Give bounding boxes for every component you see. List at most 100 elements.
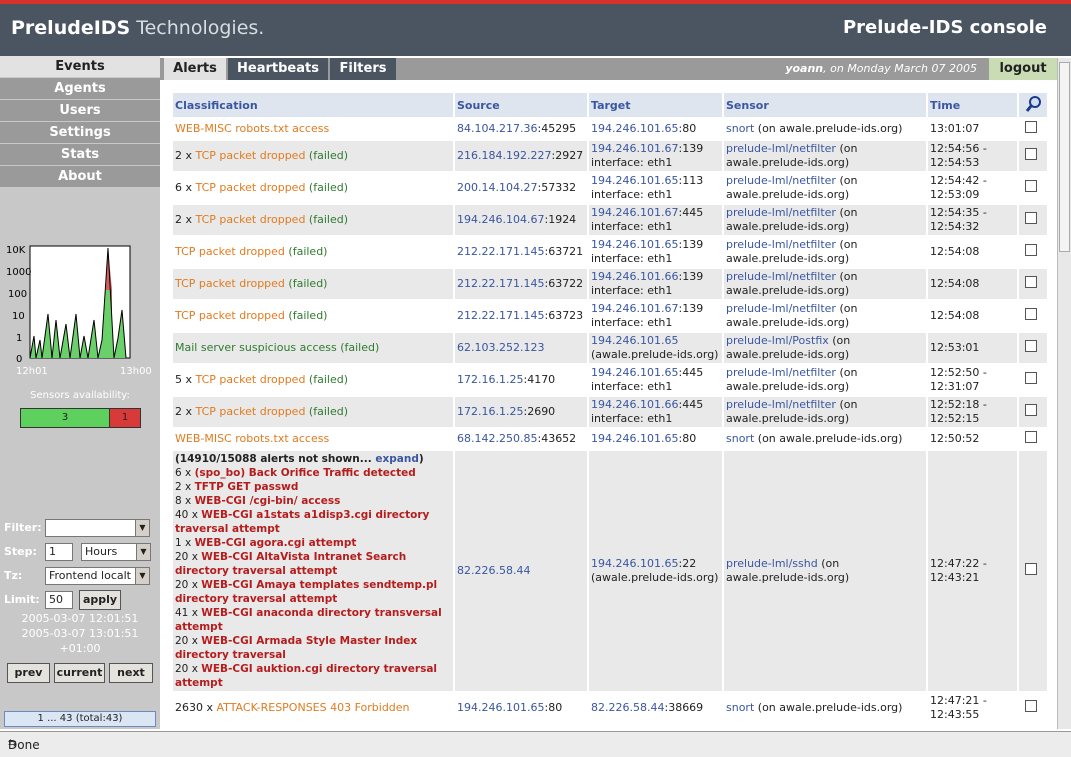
apply-button[interactable]: apply: [79, 590, 121, 610]
sensor-name[interactable]: prelude-lml/netfilter: [726, 206, 836, 219]
row-checkbox[interactable]: [1025, 121, 1037, 133]
alert-classification[interactable]: WEB-MISC robots.txt access: [175, 122, 329, 135]
row-checkbox[interactable]: [1025, 212, 1037, 224]
nav-stats[interactable]: Stats: [0, 144, 160, 166]
col-sensor[interactable]: Sensor: [724, 93, 926, 117]
tz-select[interactable]: Frontend localt ▼: [45, 567, 150, 585]
prev-button[interactable]: prev: [7, 663, 50, 683]
group-item-name[interactable]: WEB-CGI AltaVista Intranet Search direct…: [175, 551, 406, 577]
nav-users[interactable]: Users: [0, 100, 160, 122]
group-item-name[interactable]: WEB-CGI anaconda directory transversal a…: [175, 607, 442, 633]
sensor-name[interactable]: snort: [726, 122, 754, 135]
source-ip[interactable]: 200.14.104.27: [457, 181, 537, 194]
nav-settings[interactable]: Settings: [0, 122, 160, 144]
source-ip[interactable]: 172.16.1.25: [457, 405, 523, 418]
row-checkbox[interactable]: [1025, 308, 1037, 320]
row-checkbox[interactable]: [1025, 431, 1037, 443]
group-item-name[interactable]: WEB-CGI a1stats a1disp3.cgi directory tr…: [175, 509, 429, 535]
source-ip[interactable]: 216.184.192.227: [457, 149, 551, 162]
sensor-name[interactable]: prelude-lml/netfilter: [726, 238, 836, 251]
col-time[interactable]: Time: [928, 93, 1017, 117]
target-ip[interactable]: 194.246.101.65: [591, 557, 678, 570]
alert-classification[interactable]: TCP packet dropped: [196, 373, 306, 386]
group-item-name[interactable]: WEB-CGI Armada Style Master Index direct…: [175, 635, 417, 661]
target-ip[interactable]: 194.246.101.65: [591, 366, 678, 379]
source-ip[interactable]: 172.16.1.25: [457, 373, 523, 386]
alert-classification[interactable]: TCP packet dropped: [196, 405, 306, 418]
step-unit-select[interactable]: Hours ▼: [81, 543, 151, 561]
target-ip[interactable]: 194.246.101.67: [591, 142, 678, 155]
alert-classification[interactable]: TCP packet dropped: [175, 309, 285, 322]
target-ip[interactable]: 194.246.101.65: [591, 174, 678, 187]
col-target[interactable]: Target: [589, 93, 722, 117]
target-ip[interactable]: 194.246.101.66: [591, 270, 678, 283]
filter-select[interactable]: ▼: [45, 519, 150, 537]
current-button[interactable]: current: [54, 663, 105, 683]
target-ip[interactable]: 194.246.101.67: [591, 302, 678, 315]
sensor-name[interactable]: prelude-lml/netfilter: [726, 270, 836, 283]
alert-classification[interactable]: TCP packet dropped: [175, 277, 285, 290]
source-ip[interactable]: 62.103.252.123: [457, 341, 544, 354]
row-checkbox[interactable]: [1025, 563, 1037, 575]
group-item-name[interactable]: (spo_bo) Back Orifice Traffic detected: [195, 467, 416, 479]
source-ip[interactable]: 82.226.58.44: [457, 564, 530, 577]
alert-classification[interactable]: TCP packet dropped: [175, 245, 285, 258]
sensor-name[interactable]: prelude-lml/Postfix: [726, 334, 829, 347]
tab-alerts[interactable]: Alerts: [164, 58, 226, 80]
nav-events[interactable]: Events: [0, 56, 160, 78]
group-item-name[interactable]: WEB-CGI Amaya templates sendtemp.pl dire…: [175, 579, 437, 605]
row-checkbox[interactable]: [1025, 180, 1037, 192]
logout-button[interactable]: logout: [989, 58, 1057, 80]
tab-heartbeats[interactable]: Heartbeats: [228, 58, 328, 80]
sensor-name[interactable]: prelude-lml/netfilter: [726, 366, 836, 379]
row-checkbox[interactable]: [1025, 700, 1037, 712]
target-ip[interactable]: 194.246.101.67: [591, 206, 678, 219]
expand-link[interactable]: expand: [375, 453, 419, 465]
tab-filters[interactable]: Filters: [330, 58, 396, 80]
alert-classification[interactable]: TCP packet dropped: [196, 149, 306, 162]
sensor-name[interactable]: prelude-lml/netfilter: [726, 142, 836, 155]
row-checkbox[interactable]: [1025, 372, 1037, 384]
source-ip[interactable]: 212.22.171.145: [457, 245, 544, 258]
row-checkbox[interactable]: [1025, 244, 1037, 256]
nav-about[interactable]: About: [0, 166, 160, 188]
target-ip[interactable]: 82.226.58.44: [591, 701, 664, 714]
source-ip[interactable]: 194.246.104.67: [457, 213, 544, 226]
target-ip[interactable]: 194.246.101.65: [591, 238, 678, 251]
sensor-name[interactable]: prelude-lml/netfilter: [726, 398, 836, 411]
source-ip[interactable]: 194.246.101.65: [457, 701, 544, 714]
sensor-name[interactable]: snort: [726, 432, 754, 445]
col-source[interactable]: Source: [455, 93, 587, 117]
source-ip[interactable]: 68.142.250.85: [457, 432, 537, 445]
alert-classification[interactable]: WEB-MISC robots.txt access: [175, 432, 329, 445]
nav-agents[interactable]: Agents: [0, 78, 160, 100]
limit-input[interactable]: 50: [45, 591, 73, 609]
group-item-name[interactable]: WEB-CGI /cgi-bin/ access: [195, 495, 341, 507]
step-input[interactable]: 1: [45, 543, 73, 561]
target-ip[interactable]: 194.246.101.65: [591, 334, 678, 347]
target-ip[interactable]: 194.246.101.65: [591, 122, 678, 135]
next-button[interactable]: next: [109, 663, 153, 683]
row-checkbox[interactable]: [1025, 276, 1037, 288]
row-checkbox[interactable]: [1025, 340, 1037, 352]
page-scrollbar[interactable]: [1057, 58, 1071, 729]
sensor-name[interactable]: prelude-lml/netfilter: [726, 302, 836, 315]
row-checkbox[interactable]: [1025, 148, 1037, 160]
alert-classification[interactable]: ATTACK-RESPONSES 403 Forbidden: [217, 701, 410, 714]
source-ip[interactable]: 212.22.171.145: [457, 309, 544, 322]
col-search[interactable]: [1019, 93, 1047, 117]
row-checkbox[interactable]: [1025, 404, 1037, 416]
group-item-name[interactable]: WEB-CGI auktion.cgi directory traversal …: [175, 663, 437, 689]
alert-classification[interactable]: TCP packet dropped: [196, 181, 306, 194]
source-ip[interactable]: 212.22.171.145: [457, 277, 544, 290]
alert-classification[interactable]: TCP packet dropped: [196, 213, 306, 226]
sensor-name[interactable]: prelude-lml/sshd: [726, 557, 818, 570]
group-item-name[interactable]: TFTP GET passwd: [195, 481, 299, 493]
sensor-name[interactable]: snort: [726, 701, 754, 714]
scrollbar-thumb[interactable]: [1059, 62, 1070, 252]
source-ip[interactable]: 84.104.217.36: [457, 122, 537, 135]
sensor-name[interactable]: prelude-lml/netfilter: [726, 174, 836, 187]
group-item-name[interactable]: WEB-CGI agora.cgi attempt: [195, 537, 357, 549]
target-ip[interactable]: 194.246.101.65: [591, 432, 678, 445]
col-classification[interactable]: Classification: [173, 93, 453, 117]
